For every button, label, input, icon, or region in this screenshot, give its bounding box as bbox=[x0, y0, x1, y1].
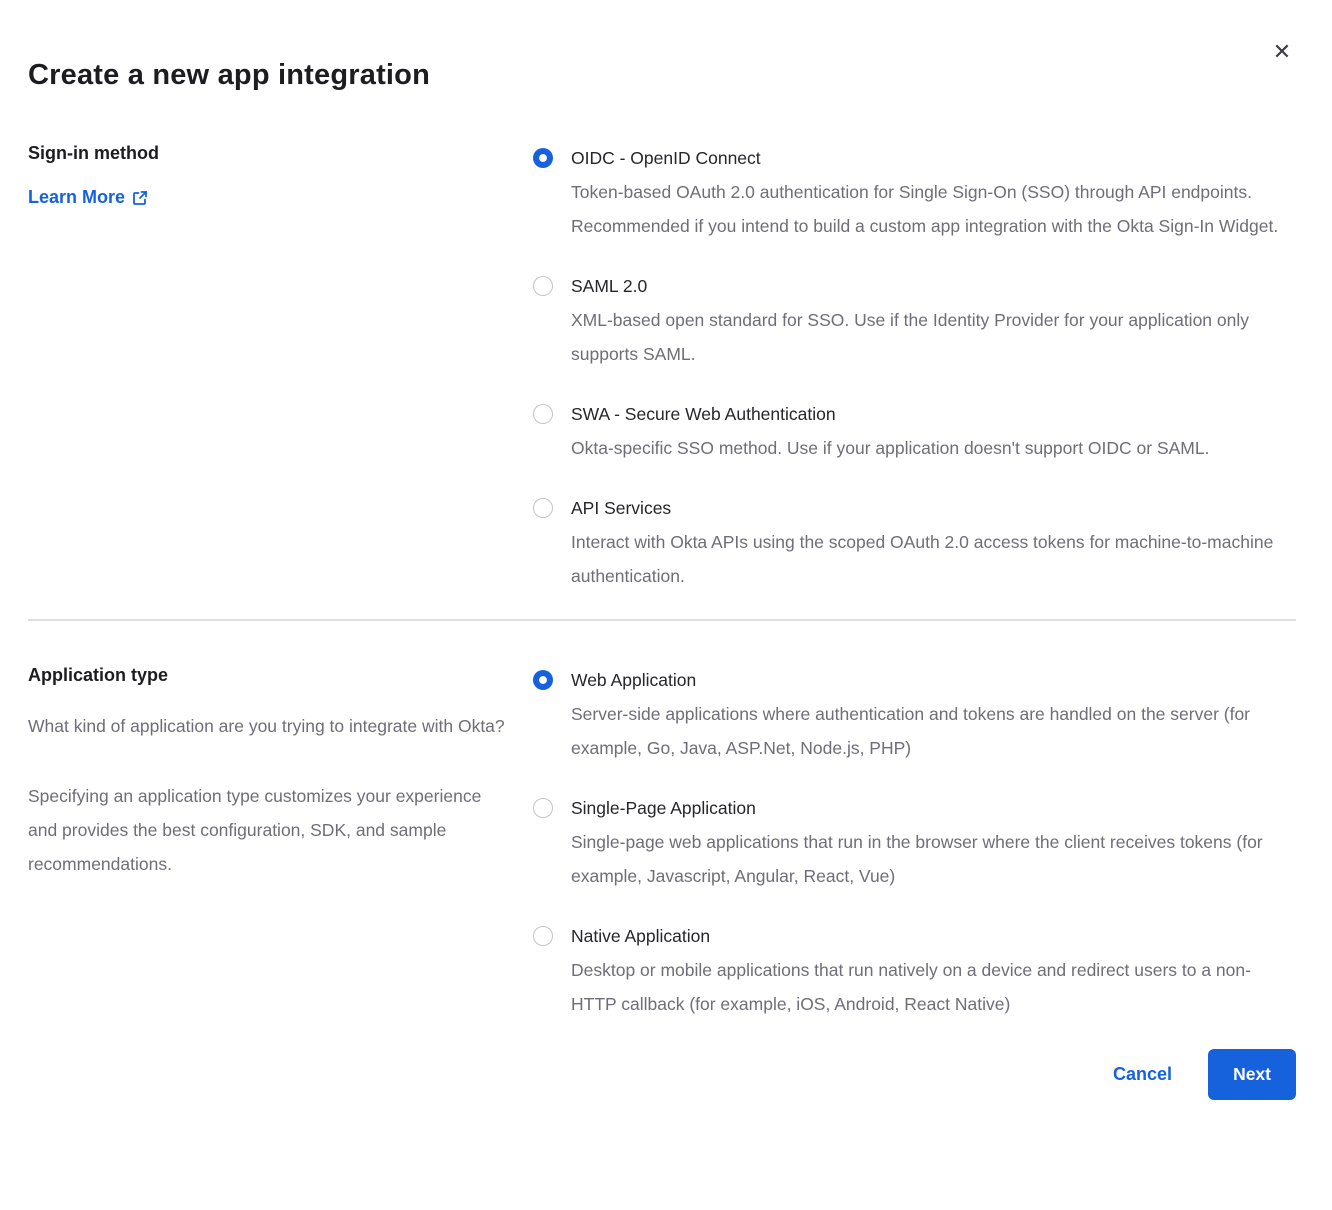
section-divider bbox=[28, 619, 1296, 621]
signin-method-section: Sign-in method Learn More OIDC - OpenID … bbox=[28, 141, 1296, 593]
radio-unselected-icon[interactable] bbox=[533, 798, 553, 818]
learn-more-link[interactable]: Learn More bbox=[28, 187, 148, 208]
radio-option-native-application[interactable]: Native Application Desktop or mobile app… bbox=[533, 919, 1296, 1021]
option-label: SAML 2.0 bbox=[571, 269, 1296, 303]
radio-option-oidc[interactable]: OIDC - OpenID Connect Token-based OAuth … bbox=[533, 141, 1296, 243]
option-label: Native Application bbox=[571, 919, 1296, 953]
page-title: Create a new app integration bbox=[28, 0, 1296, 96]
option-label: Web Application bbox=[571, 663, 1296, 697]
radio-option-saml[interactable]: SAML 2.0 XML-based open standard for SSO… bbox=[533, 269, 1296, 371]
learn-more-label: Learn More bbox=[28, 187, 125, 208]
option-label: Single-Page Application bbox=[571, 791, 1296, 825]
option-description: Token-based OAuth 2.0 authentication for… bbox=[571, 175, 1296, 243]
signin-method-left-column: Sign-in method Learn More bbox=[28, 141, 533, 208]
application-type-description-1: What kind of application are you trying … bbox=[28, 709, 506, 743]
option-description: Server-side applications where authentic… bbox=[571, 697, 1296, 765]
radio-option-swa[interactable]: SWA - Secure Web Authentication Okta-spe… bbox=[533, 397, 1296, 465]
radio-option-api-services[interactable]: API Services Interact with Okta APIs usi… bbox=[533, 491, 1296, 593]
option-description: XML-based open standard for SSO. Use if … bbox=[571, 303, 1296, 371]
next-button[interactable]: Next bbox=[1208, 1049, 1296, 1100]
radio-selected-icon[interactable] bbox=[533, 148, 553, 168]
application-type-description-2: Specifying an application type customize… bbox=[28, 779, 506, 881]
radio-option-single-page-application[interactable]: Single-Page Application Single-page web … bbox=[533, 791, 1296, 893]
option-label: SWA - Secure Web Authentication bbox=[571, 397, 1209, 431]
create-app-integration-dialog: ✕ Create a new app integration Sign-in m… bbox=[0, 0, 1332, 1210]
application-type-section: Application type What kind of applicatio… bbox=[28, 663, 1296, 1021]
option-description: Okta-specific SSO method. Use if your ap… bbox=[571, 431, 1209, 465]
close-icon[interactable]: ✕ bbox=[1268, 38, 1296, 66]
radio-option-web-application[interactable]: Web Application Server-side applications… bbox=[533, 663, 1296, 765]
external-link-icon bbox=[132, 190, 148, 206]
radio-selected-icon[interactable] bbox=[533, 670, 553, 690]
application-type-options: Web Application Server-side applications… bbox=[533, 663, 1296, 1021]
option-label: OIDC - OpenID Connect bbox=[571, 141, 1296, 175]
radio-unselected-icon[interactable] bbox=[533, 926, 553, 946]
option-label: API Services bbox=[571, 491, 1296, 525]
option-description: Desktop or mobile applications that run … bbox=[571, 953, 1296, 1021]
signin-method-label: Sign-in method bbox=[28, 141, 533, 165]
application-type-label: Application type bbox=[28, 663, 533, 687]
application-type-left-column: Application type What kind of applicatio… bbox=[28, 663, 533, 881]
radio-unselected-icon[interactable] bbox=[533, 498, 553, 518]
option-description: Single-page web applications that run in… bbox=[571, 825, 1296, 893]
option-description: Interact with Okta APIs using the scoped… bbox=[571, 525, 1296, 593]
radio-unselected-icon[interactable] bbox=[533, 276, 553, 296]
dialog-footer: Cancel Next bbox=[28, 1049, 1296, 1100]
radio-unselected-icon[interactable] bbox=[533, 404, 553, 424]
signin-method-options: OIDC - OpenID Connect Token-based OAuth … bbox=[533, 141, 1296, 593]
cancel-button[interactable]: Cancel bbox=[1113, 1064, 1172, 1085]
